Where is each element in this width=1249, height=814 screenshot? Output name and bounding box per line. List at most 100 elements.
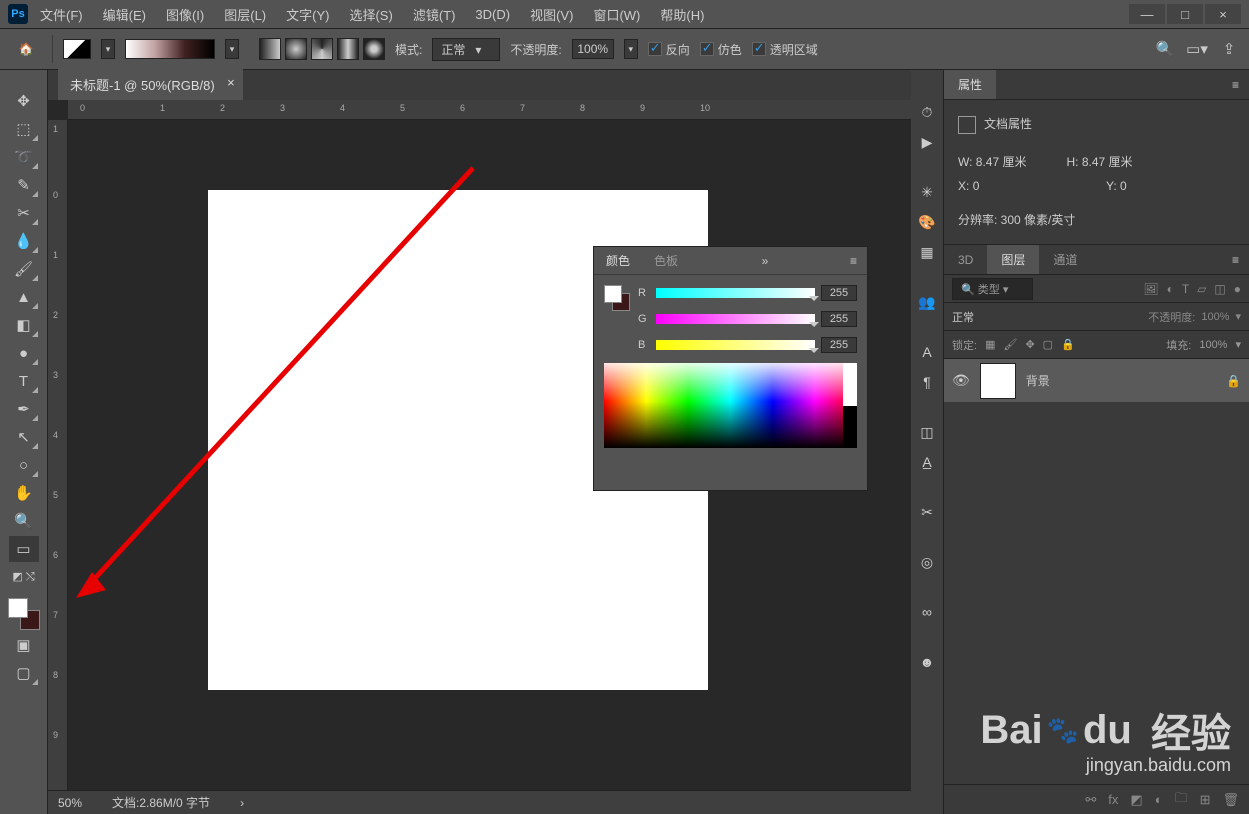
path-select-tool[interactable]: ↖ bbox=[9, 424, 39, 450]
lasso-tool[interactable]: ➰ bbox=[9, 144, 39, 170]
stamp-tool[interactable]: ▲ bbox=[9, 284, 39, 310]
layer-comps-icon[interactable]: ◫ bbox=[915, 420, 939, 444]
filter-type-icon[interactable]: T bbox=[1182, 282, 1189, 296]
zoom-value[interactable]: 50% bbox=[58, 796, 82, 810]
gradient-tool[interactable]: ▭ bbox=[9, 536, 39, 562]
r-input[interactable] bbox=[821, 285, 857, 301]
b-slider[interactable] bbox=[656, 340, 815, 350]
gradient-diamond[interactable] bbox=[363, 38, 385, 60]
gradient-linear[interactable] bbox=[259, 38, 281, 60]
menu-file[interactable]: 文件(F) bbox=[32, 1, 91, 28]
filter-smart-icon[interactable]: ◫ bbox=[1214, 282, 1225, 296]
doc-info[interactable]: 文档:2.86M/0 字节 bbox=[112, 794, 210, 811]
lock-position-icon[interactable]: ✥ bbox=[1025, 338, 1034, 351]
menu-window[interactable]: 窗口(W) bbox=[585, 1, 648, 28]
dodge-tool[interactable]: ● bbox=[9, 340, 39, 366]
layer-filter-select[interactable]: 🔍 类型 ▾ bbox=[952, 278, 1033, 300]
dither-checkbox[interactable]: 仿色 bbox=[700, 41, 742, 58]
search-icon[interactable]: 🔍 bbox=[1155, 39, 1175, 59]
window-close[interactable]: × bbox=[1205, 4, 1241, 24]
color-tab[interactable]: 颜色 bbox=[594, 247, 642, 274]
color-panel[interactable]: 颜色 色板 » ≡ R G B bbox=[593, 246, 868, 491]
eyedropper-tool[interactable]: 💧 bbox=[9, 228, 39, 254]
g-input[interactable] bbox=[821, 311, 857, 327]
lock-all-icon[interactable]: 🔒 bbox=[1061, 338, 1075, 351]
g-slider[interactable] bbox=[656, 314, 815, 324]
properties-menu-icon[interactable]: ≡ bbox=[1222, 78, 1249, 92]
styles-icon[interactable]: ✂ bbox=[915, 500, 939, 524]
layer-mask-icon[interactable]: ◩ bbox=[1130, 792, 1142, 808]
menu-filter[interactable]: 滤镜(T) bbox=[405, 1, 464, 28]
properties-tab[interactable]: 属性 bbox=[944, 70, 996, 99]
layer-visibility-icon[interactable]: 👁 bbox=[952, 372, 970, 389]
filter-toggle-icon[interactable]: ● bbox=[1234, 282, 1241, 296]
quick-select-tool[interactable]: ✎ bbox=[9, 172, 39, 198]
menu-view[interactable]: 视图(V) bbox=[522, 1, 581, 28]
blend-mode-select[interactable]: 正常 bbox=[952, 309, 1052, 325]
color-collapse-icon[interactable]: » bbox=[752, 254, 779, 268]
tab-close-icon[interactable]: × bbox=[227, 75, 235, 90]
brush-tool[interactable]: 🖌 bbox=[9, 256, 39, 282]
navigator-icon[interactable]: ✳ bbox=[915, 180, 939, 204]
share-icon[interactable]: ⇪ bbox=[1219, 39, 1239, 59]
color-icon[interactable]: 🎨 bbox=[915, 210, 939, 234]
new-layer-icon[interactable]: ⊞ bbox=[1200, 792, 1211, 808]
brushes-icon[interactable]: ◎ bbox=[915, 550, 939, 574]
pen-tool[interactable]: ✒ bbox=[9, 396, 39, 422]
layer-row-background[interactable]: 👁 背景 🔒 bbox=[944, 359, 1249, 403]
hand-tool[interactable]: ✋ bbox=[9, 480, 39, 506]
glyphs-icon[interactable]: A̲ bbox=[915, 450, 939, 474]
reverse-checkbox[interactable]: 反向 bbox=[648, 41, 690, 58]
actions-icon[interactable]: ▶ bbox=[915, 130, 939, 154]
menu-image[interactable]: 图像(I) bbox=[158, 1, 212, 28]
workspace-icon[interactable]: ▭▾ bbox=[1187, 39, 1207, 59]
window-maximize[interactable]: □ bbox=[1167, 4, 1203, 24]
gradient-picker-dropdown[interactable]: ▾ bbox=[225, 39, 239, 59]
delete-layer-icon[interactable]: 🗑 bbox=[1222, 792, 1239, 808]
menu-type[interactable]: 文字(Y) bbox=[278, 1, 337, 28]
b-input[interactable] bbox=[821, 337, 857, 353]
gradient-preset-dropdown[interactable]: ▾ bbox=[101, 39, 115, 59]
character-icon[interactable]: A bbox=[915, 340, 939, 364]
opacity-input[interactable] bbox=[572, 39, 614, 59]
channels-tab[interactable]: 通道 bbox=[1039, 245, 1091, 274]
swap-colors-icon[interactable]: ◩ ⤭ bbox=[9, 564, 39, 590]
doc-info-arrow[interactable]: › bbox=[240, 796, 244, 810]
layer-name[interactable]: 背景 bbox=[1026, 372, 1050, 389]
paragraph-icon[interactable]: ¶ bbox=[915, 370, 939, 394]
layers-tab[interactable]: 图层 bbox=[987, 245, 1039, 274]
menu-select[interactable]: 选择(S) bbox=[341, 1, 400, 28]
gradient-preset-button[interactable] bbox=[63, 39, 91, 59]
marquee-tool[interactable]: ⬚ bbox=[9, 116, 39, 142]
color-swatches[interactable] bbox=[8, 598, 40, 630]
opacity-dropdown[interactable]: ▾ bbox=[624, 39, 638, 59]
filter-adjust-icon[interactable]: ◐ bbox=[1167, 282, 1174, 296]
layers-menu-icon[interactable]: ≡ bbox=[1222, 253, 1249, 267]
adjustment-layer-icon[interactable]: ◐ bbox=[1155, 792, 1163, 807]
window-minimize[interactable]: — bbox=[1129, 4, 1165, 24]
transparency-checkbox[interactable]: 透明区域 bbox=[752, 41, 818, 58]
screen-mode-tool[interactable]: ▢ bbox=[9, 660, 39, 686]
crop-tool[interactable]: ✂ bbox=[9, 200, 39, 226]
gradient-radial[interactable] bbox=[285, 38, 307, 60]
gradient-angular[interactable] bbox=[311, 38, 333, 60]
menu-layer[interactable]: 图层(L) bbox=[216, 1, 274, 28]
cc-icon[interactable]: ∞ bbox=[915, 600, 939, 624]
filter-shape-icon[interactable]: ▱ bbox=[1197, 282, 1206, 296]
menu-edit[interactable]: 编辑(E) bbox=[95, 1, 154, 28]
quick-mask-tool[interactable]: ▣ bbox=[9, 632, 39, 658]
document-tab[interactable]: 未标题-1 @ 50%(RGB/8) × bbox=[58, 69, 243, 100]
layer-fx-icon[interactable]: fx bbox=[1108, 792, 1118, 807]
lock-pixels-icon[interactable]: 🖌 bbox=[1003, 338, 1017, 351]
zoom-tool[interactable]: 🔍 bbox=[9, 508, 39, 534]
lock-trans-icon[interactable]: ▦ bbox=[985, 338, 995, 351]
home-button[interactable]: 🏠 bbox=[10, 35, 42, 63]
mode-select[interactable]: 正常 ▾ bbox=[432, 38, 500, 61]
filter-pixel-icon[interactable]: 🖼 bbox=[1143, 282, 1158, 296]
panel-fg-swatch[interactable] bbox=[604, 285, 622, 303]
eraser-tool[interactable]: ◧ bbox=[9, 312, 39, 338]
spectrum-picker[interactable] bbox=[604, 363, 857, 448]
gradient-reflected[interactable] bbox=[337, 38, 359, 60]
learn-icon[interactable]: ☻ bbox=[915, 650, 939, 674]
3d-tab[interactable]: 3D bbox=[944, 247, 987, 273]
